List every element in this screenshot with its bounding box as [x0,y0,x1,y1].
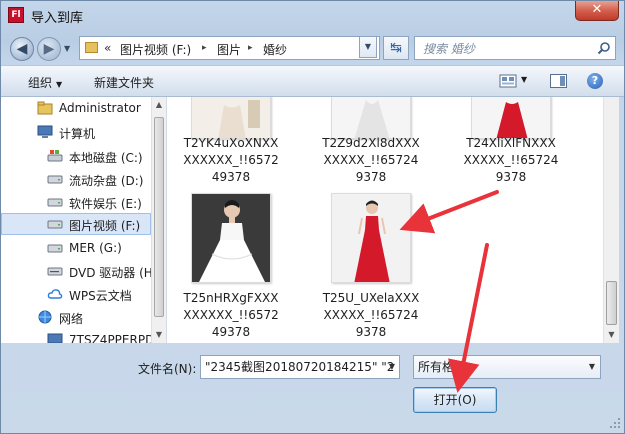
annotation-arrows [399,190,499,393]
import-dialog: Fl 导入到库 ✕ ◀ ▶ ▼ « 图片视频 (F:) ▸ 图片 ▸ 婚纱 ▼ … [0,0,625,434]
annotation-arrow [448,243,489,393]
annotation-arrow [399,190,499,234]
